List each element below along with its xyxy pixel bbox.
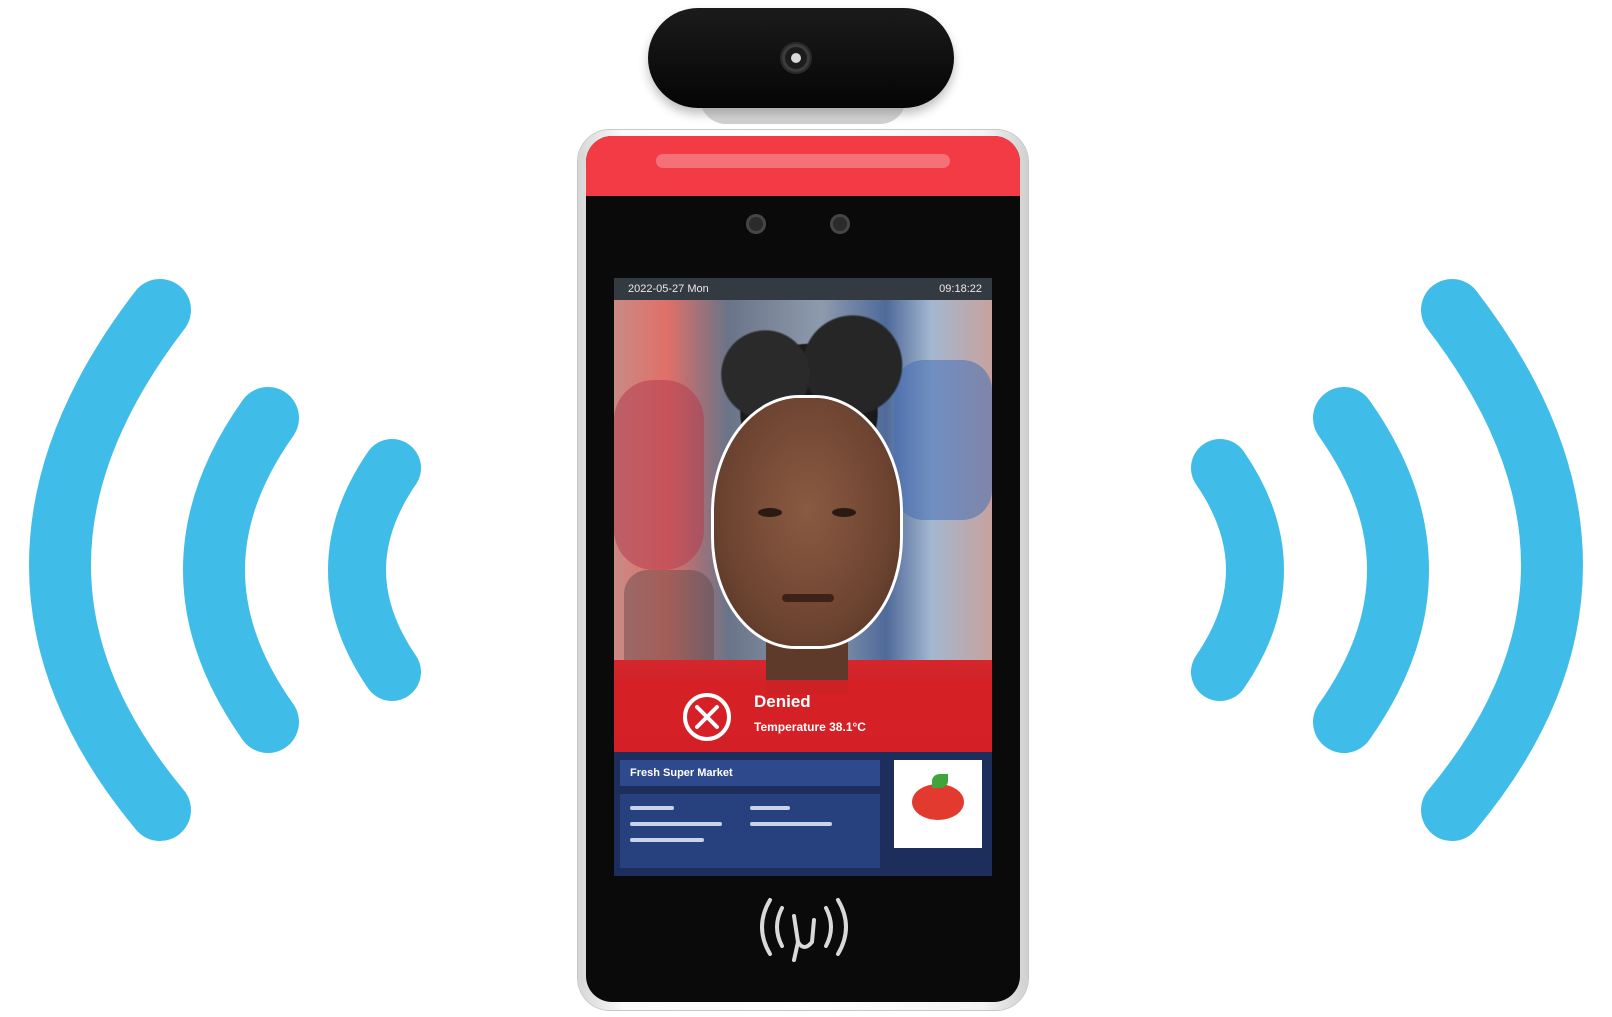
thermal-sensor-icon xyxy=(830,214,850,234)
wave-right-inner xyxy=(1191,439,1284,701)
signal-waves-right-icon xyxy=(1191,279,1583,841)
alert-title: Denied xyxy=(754,692,811,711)
status-time: 09:18:22 xyxy=(939,283,982,295)
visitor-info-panel: Fresh Super Market xyxy=(614,752,992,876)
wave-right-middle xyxy=(1313,387,1429,753)
signal-waves-left-icon xyxy=(29,279,421,841)
status-date: 2022-05-27 Mon xyxy=(628,283,709,295)
camera-lens-icon xyxy=(782,44,810,72)
product-scene: 2022-05-27 Mon 09:18:22 Denied Temperatu… xyxy=(0,0,1612,1017)
access-denied-banner: Denied Temperature 38.1°C xyxy=(614,680,992,752)
terminal-screen: 2022-05-27 Mon 09:18:22 Denied Temperatu… xyxy=(614,278,992,876)
nfc-reader-icon xyxy=(760,898,848,962)
ir-sensor-icon xyxy=(746,214,766,234)
deny-x-icon xyxy=(683,693,731,741)
wave-right-outer xyxy=(1421,279,1583,841)
status-led-bar xyxy=(586,136,1020,196)
info-details-box xyxy=(620,794,880,868)
device-front-panel: 2022-05-27 Mon 09:18:22 Denied Temperatu… xyxy=(586,136,1020,1002)
wave-left-outer xyxy=(29,279,191,841)
store-logo xyxy=(894,760,982,848)
wave-left-middle xyxy=(183,387,299,753)
screen-status-bar: 2022-05-27 Mon 09:18:22 xyxy=(614,278,992,300)
wave-left-inner xyxy=(328,439,421,701)
alert-temperature: Temperature 38.1°C xyxy=(754,720,866,734)
detected-face-outline xyxy=(714,398,900,646)
shop-name: Fresh Super Market xyxy=(620,760,880,786)
